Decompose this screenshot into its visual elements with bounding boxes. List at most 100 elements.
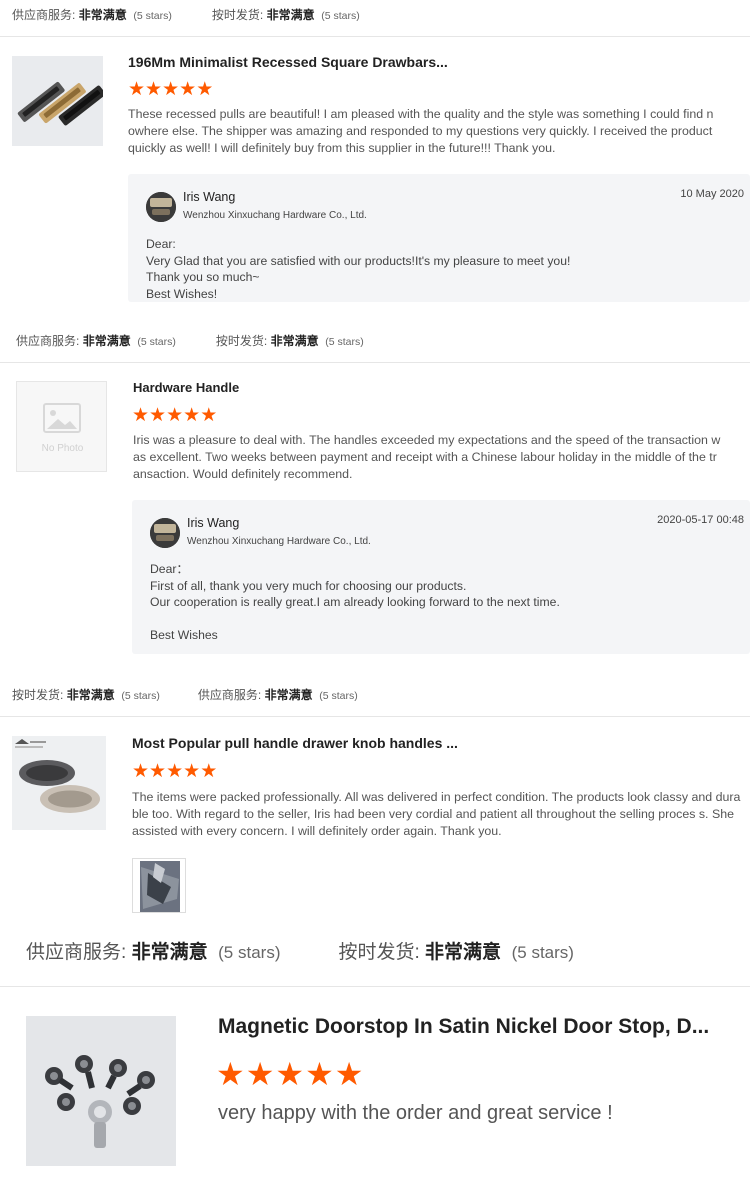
star-icon: ★ [200, 761, 218, 782]
review-product-title[interactable]: Most Popular pull handle drawer knob han… [132, 735, 732, 751]
pull-handles-image [15, 739, 100, 813]
reply-company: Wenzhou Xinxuchang Hardware Co., Ltd. [183, 210, 367, 221]
product-thumbnail[interactable]: No Photo [16, 381, 107, 472]
reply-line: First of all, thank you very much for ch… [150, 578, 467, 593]
reply-date: 2020-05-17 00:48 [657, 514, 744, 526]
star-icon: ★ [245, 1056, 275, 1092]
rating-label: 供应商服务: [26, 942, 127, 963]
rating-label: 按时发货: [215, 334, 268, 348]
reply-message: Dear: Very Glad that you are satisfied w… [146, 236, 570, 302]
reply-author-name: Iris Wang [183, 190, 236, 204]
reply-date: 10 May 2020 [680, 188, 744, 200]
star-icon: ★ [275, 1056, 305, 1092]
rating-label: 供应商服务: [16, 334, 80, 348]
no-photo-label: No Photo [41, 443, 84, 454]
star-icon: ★ [200, 405, 218, 426]
rating-stars-text: (5 stars) [325, 336, 364, 348]
review-text: These recessed pulls are beautiful! I am… [128, 107, 714, 155]
star-icon: ★ [183, 761, 201, 782]
divider [0, 986, 750, 987]
rating-stars-text: (5 stars) [133, 10, 172, 22]
review-product-title[interactable]: Hardware Handle [133, 380, 733, 395]
seller-reply: Iris Wang Wenzhou Xinxuchang Hardware Co… [132, 500, 750, 654]
divider [0, 362, 750, 363]
rating-stars-text: (5 stars) [321, 10, 360, 22]
rating-summary: 供应商服务: 非常满意 (5 stars) 按时发货: 非常满意 (5 star… [26, 937, 574, 964]
star-rating: ★ ★ ★ ★ ★ [216, 1056, 364, 1092]
star-icon: ★ [216, 1056, 245, 1092]
rating-stars-text: (5 stars) [121, 690, 160, 702]
star-icon: ★ [183, 405, 201, 426]
rating-pair: 按时发货: 非常满意 (5 stars) [12, 686, 160, 703]
rating-label: 按时发货: [12, 688, 64, 702]
review-product-title[interactable]: 196Mm Minimalist Recessed Square Drawbar… [128, 54, 728, 70]
star-icon: ★ [149, 405, 167, 426]
rating-value: 非常满意 [78, 8, 127, 22]
reply-line: Best Wishes [150, 628, 218, 642]
rating-stars-text: (5 stars) [218, 943, 281, 962]
rating-value: 非常满意 [425, 942, 502, 963]
rating-pair: 按时发货: 非常满意 (5 stars) [212, 6, 360, 23]
reply-line: Dear： [150, 562, 189, 576]
star-icon: ★ [145, 79, 163, 100]
product-thumbnail[interactable] [26, 1016, 176, 1166]
star-icon: ★ [196, 79, 214, 100]
reply-line: Very Glad that you are satisfied with ou… [146, 253, 571, 268]
product-thumbnail[interactable] [12, 736, 106, 830]
rating-label: 按时发货: [211, 8, 264, 22]
star-rating: ★ ★ ★ ★ ★ [128, 79, 214, 100]
rating-value: 非常满意 [82, 334, 131, 348]
avatar [150, 518, 180, 548]
review-photo[interactable] [132, 858, 186, 913]
rating-value: 非常满意 [264, 688, 313, 702]
star-icon: ★ [132, 761, 150, 782]
star-rating: ★ ★ ★ ★ ★ [132, 405, 218, 426]
star-icon: ★ [166, 405, 184, 426]
rating-value: 非常满意 [266, 8, 315, 22]
rating-summary: 按时发货: 非常满意 (5 stars) 供应商服务: 非常满意 (5 star… [12, 686, 358, 703]
reply-message: Dear： First of all, thank you very much … [150, 561, 560, 644]
rating-label: 供应商服务: [12, 8, 76, 22]
rating-label: 按时发货: [338, 942, 420, 963]
star-icon: ★ [166, 761, 184, 782]
seller-reply: Iris Wang Wenzhou Xinxuchang Hardware Co… [128, 174, 750, 302]
star-rating: ★ ★ ★ ★ ★ [132, 761, 218, 782]
reply-author-name: Iris Wang [187, 516, 240, 530]
review-text: The items were packed professionally. Al… [132, 790, 741, 838]
star-icon: ★ [162, 79, 180, 100]
rating-value: 非常满意 [66, 688, 115, 702]
rating-pair: 供应商服务: 非常满意 (5 stars) [16, 332, 176, 349]
rating-stars-text: (5 stars) [319, 690, 358, 702]
drawer-pulls-image [17, 81, 103, 126]
star-icon: ★ [132, 405, 150, 426]
rating-pair: 供应商服务: 非常满意 (5 stars) [198, 686, 358, 703]
review-text: Iris was a pleasure to deal with. The ha… [133, 433, 721, 481]
rating-stars-text: (5 stars) [137, 336, 176, 348]
star-icon: ★ [334, 1056, 364, 1092]
star-icon: ★ [305, 1056, 334, 1092]
reply-line: Thank you so much~ [146, 270, 260, 284]
product-thumbnail[interactable] [12, 56, 103, 146]
avatar [146, 192, 176, 222]
doorstop-image [45, 1055, 155, 1148]
divider [0, 716, 750, 717]
rating-summary: 供应商服务: 非常满意 (5 stars) 按时发货: 非常满意 (5 star… [12, 6, 360, 23]
rating-value: 非常满意 [131, 942, 208, 963]
rating-summary: 供应商服务: 非常满意 (5 stars) 按时发货: 非常满意 (5 star… [16, 332, 364, 349]
star-icon: ★ [179, 79, 197, 100]
review-text: very happy with the order and great serv… [218, 1102, 613, 1124]
reply-company: Wenzhou Xinxuchang Hardware Co., Ltd. [187, 536, 371, 547]
rating-pair: 按时发货: 非常满意 (5 stars) [338, 937, 573, 964]
rating-label: 供应商服务: [197, 688, 262, 702]
reply-line: Dear: [146, 237, 176, 251]
rating-pair: 供应商服务: 非常满意 (5 stars) [12, 6, 172, 23]
star-icon: ★ [149, 761, 167, 782]
star-icon: ★ [128, 79, 146, 100]
divider [0, 36, 750, 37]
rating-stars-text: (5 stars) [511, 943, 574, 962]
reply-line: Our cooperation is really great.I am alr… [150, 595, 560, 609]
reply-line [150, 611, 560, 628]
rating-pair: 供应商服务: 非常满意 (5 stars) [26, 937, 280, 964]
rating-pair: 按时发货: 非常满意 (5 stars) [216, 332, 364, 349]
review-product-title[interactable]: Magnetic Doorstop In Satin Nickel Door S… [218, 1015, 730, 1039]
